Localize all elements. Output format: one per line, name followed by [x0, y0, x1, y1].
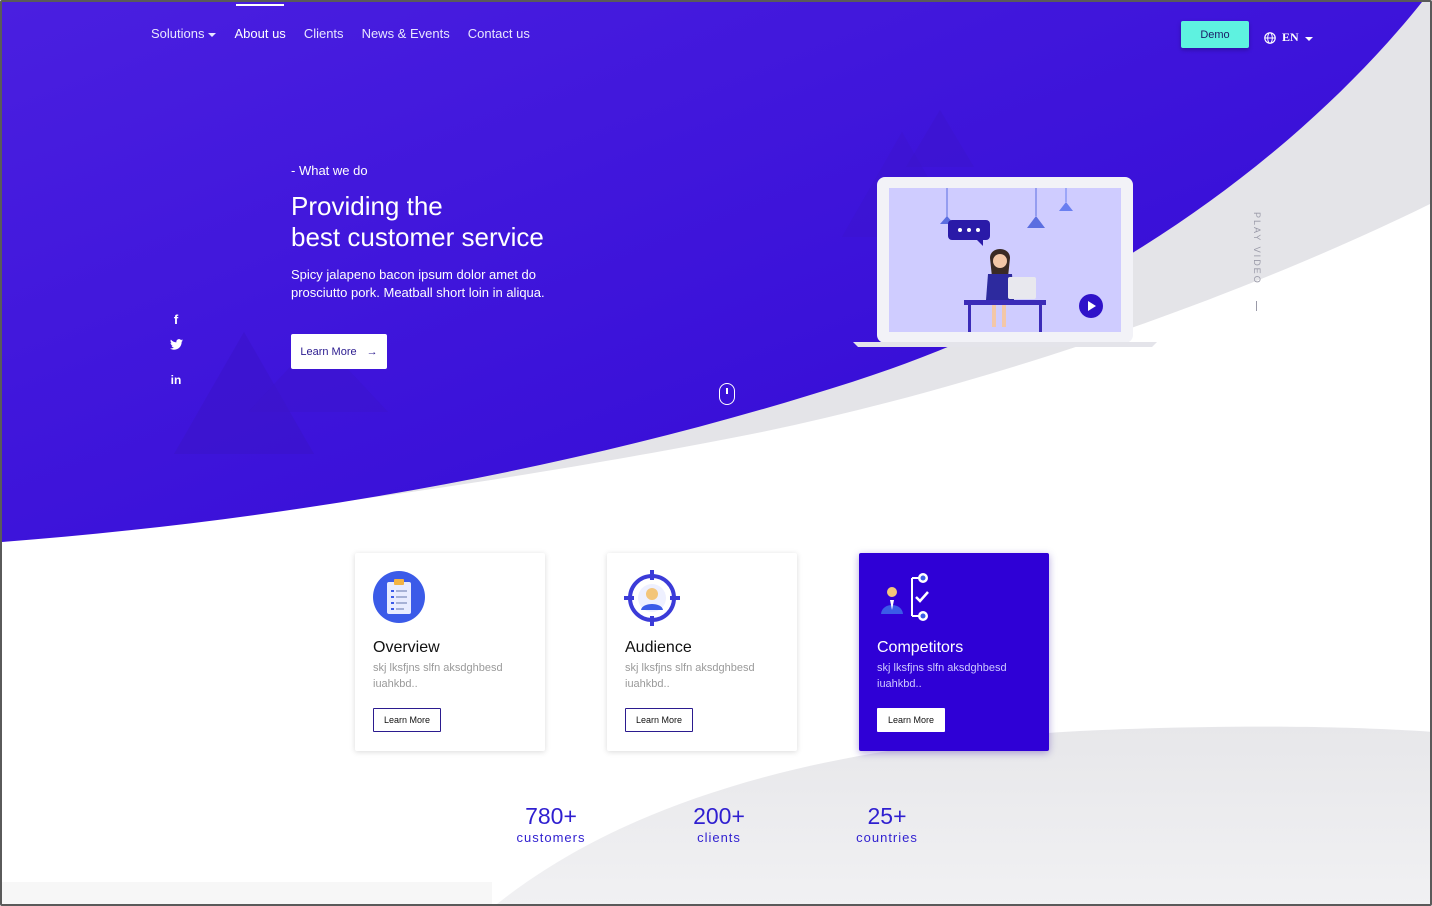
- twitter-icon[interactable]: [167, 338, 185, 354]
- play-video-link[interactable]: PLAY VIDEO: [1252, 212, 1262, 311]
- stat-clients: 200+ clients: [664, 802, 774, 845]
- hero-learn-more-button[interactable]: Learn More →: [291, 334, 387, 369]
- stat-label: clients: [697, 830, 741, 845]
- hero-title-line2: best customer service: [291, 222, 544, 252]
- card-learn-more-button[interactable]: Learn More: [877, 708, 945, 732]
- chevron-down-icon: [1304, 36, 1313, 41]
- stat-value: 25+: [867, 803, 907, 829]
- page-frame: Solutions About us Clients News & Events…: [0, 0, 1432, 906]
- arrow-right-icon: →: [366, 345, 378, 358]
- stat-customers: 780+ customers: [496, 802, 606, 845]
- laptop-illustration: [853, 177, 1157, 347]
- stat-label: customers: [516, 830, 586, 845]
- person-checklist-icon: [881, 573, 929, 621]
- dash-divider: [1256, 300, 1258, 311]
- target-person-icon: [624, 570, 680, 626]
- main-nav: Solutions About us Clients News & Events…: [151, 4, 530, 41]
- nav-item-about-us[interactable]: About us: [234, 4, 286, 41]
- nav-item-label: Contact us: [467, 26, 530, 41]
- stat-countries: 25+ countries: [832, 802, 942, 845]
- nav-item-label: Solutions: [151, 26, 205, 41]
- hero-description: Spicy jalapeno bacon ipsum dolor amet do…: [291, 267, 545, 300]
- card-competitors: Competitors skj lksfjns slfn aksdghbesd …: [859, 553, 1049, 751]
- linkedin-icon[interactable]: in: [167, 372, 185, 388]
- stat-label: countries: [856, 830, 918, 845]
- nav-item-news-events[interactable]: News & Events: [362, 26, 450, 41]
- hero-title: Providing the best customer service: [291, 191, 544, 253]
- card-title: Overview: [373, 639, 440, 656]
- clipboard-icon: [373, 571, 425, 623]
- play-video-label: PLAY VIDEO: [1252, 212, 1262, 285]
- chevron-down-icon: [208, 32, 217, 37]
- nav-item-clients[interactable]: Clients: [304, 26, 344, 41]
- stat-value: 780+: [525, 803, 577, 829]
- card-text: skj lksfjns slfn aksdghbesd iuahkbd..: [877, 662, 1007, 690]
- language-label: EN: [1282, 30, 1299, 44]
- nav-item-label: News & Events: [361, 26, 450, 41]
- nav-item-contact-us[interactable]: Contact us: [468, 26, 530, 41]
- demo-button[interactable]: Demo: [1181, 21, 1249, 48]
- nav-item-solutions[interactable]: Solutions: [151, 26, 217, 41]
- social-links: f in: [167, 312, 185, 388]
- card-overview: Overview skj lksfjns slfn aksdghbesd iua…: [355, 553, 545, 751]
- globe-icon: [1264, 31, 1276, 44]
- card-text: skj lksfjns slfn aksdghbesd iuahkbd..: [625, 662, 755, 690]
- hero-background: [2, 2, 1430, 904]
- facebook-icon[interactable]: f: [167, 312, 185, 328]
- card-learn-more-button[interactable]: Learn More: [625, 708, 693, 732]
- card-learn-more-button[interactable]: Learn More: [373, 708, 441, 732]
- nav-item-label: About us: [234, 26, 286, 41]
- language-selector[interactable]: EN: [1264, 30, 1313, 45]
- card-title: Competitors: [877, 639, 964, 656]
- stat-value: 200+: [693, 803, 745, 829]
- card-audience: Audience skj lksfjns slfn aksdghbesd iua…: [607, 553, 797, 751]
- nav-item-label: Clients: [303, 26, 344, 41]
- card-text: skj lksfjns slfn aksdghbesd iuahkbd..: [373, 662, 503, 690]
- hero-title-line1: Providing the: [291, 191, 443, 221]
- card-title: Audience: [625, 639, 692, 656]
- hero-button-label: Learn More: [300, 345, 357, 358]
- hero-eyebrow: - What we do: [291, 163, 368, 178]
- scroll-mouse-icon[interactable]: [719, 383, 735, 405]
